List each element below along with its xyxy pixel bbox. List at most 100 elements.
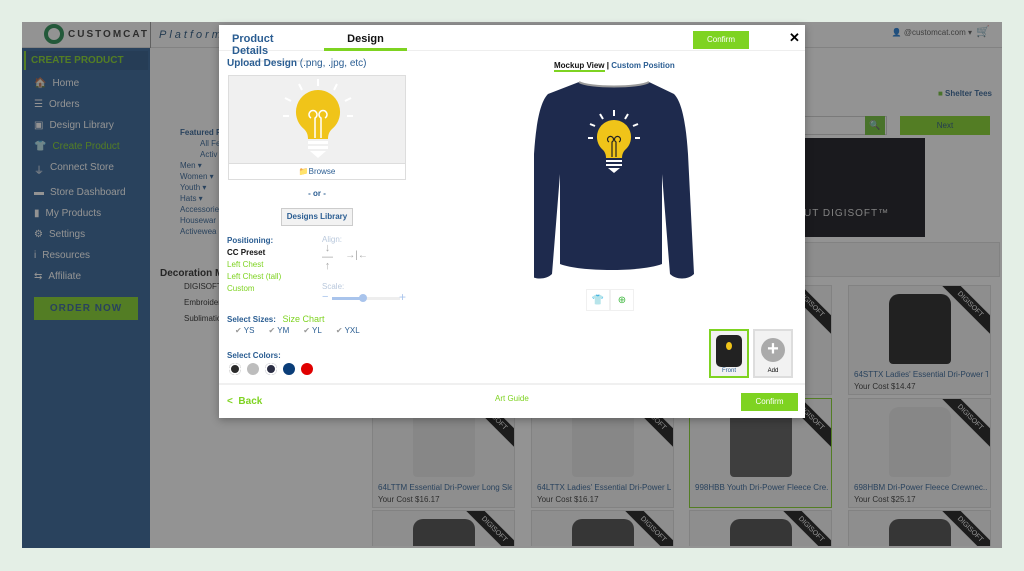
modal-footer: < Back Art Guide Confirm xyxy=(219,383,805,418)
next-button[interactable]: Next xyxy=(900,116,990,135)
scale-increase-icon[interactable]: + xyxy=(399,290,406,304)
product-card[interactable]: DIGISOFT xyxy=(689,510,832,546)
sidebar-item-create-product[interactable]: 👕 Create Product xyxy=(22,136,150,157)
art-guide-link[interactable]: Art Guide xyxy=(495,394,529,403)
product-name[interactable]: 64LTTM Essential Dri-Power Long Sle... xyxy=(378,483,512,492)
mockup-tools: 👕 ⊕ xyxy=(586,289,634,311)
product-card[interactable]: DIGISOFT xyxy=(848,510,991,546)
connect-store-icon: ⏚ xyxy=(34,166,44,177)
product-card[interactable]: DIGISOFT xyxy=(531,510,674,546)
size-checkbox-yxl[interactable]: ✔ YXL xyxy=(336,326,360,335)
sidebar-item-affiliate[interactable]: ⇆ Affiliate xyxy=(22,266,150,287)
shirt-color-icon[interactable]: 👕 xyxy=(586,289,610,311)
align-horizontal-center-icon[interactable]: →|← xyxy=(345,250,368,261)
size-checkbox-ym[interactable]: ✔ YM xyxy=(268,326,289,335)
product-name[interactable]: 998HBB Youth Dri-Power Fleece Cre... xyxy=(695,483,829,492)
size-checkbox-yl[interactable]: ✔ YL xyxy=(303,326,322,335)
sizes-label: Select Sizes: xyxy=(227,315,276,324)
product-name[interactable]: 64LTTX Ladies' Essential Dri-Power L... xyxy=(537,483,671,492)
scale-handle[interactable] xyxy=(358,294,367,302)
sidebar-item-orders[interactable]: ☰ Orders xyxy=(22,94,150,115)
cart-icon[interactable]: 🛒 xyxy=(976,25,990,38)
sidebar-item-label: Design Library xyxy=(49,120,114,131)
filter-item[interactable]: Women ▾ xyxy=(180,171,221,182)
position-cc-preset[interactable]: CC Preset xyxy=(227,247,281,259)
filter-item[interactable]: Activ xyxy=(180,149,221,160)
filter-item[interactable]: Featured P xyxy=(180,127,221,138)
folder-icon: 📁 xyxy=(298,167,309,176)
sidebar-item-store-dashboard[interactable]: ▬ Store Dashboard xyxy=(22,182,150,203)
position-left-chest[interactable]: Left Chest xyxy=(227,259,281,271)
close-icon[interactable]: ✕ xyxy=(789,30,800,46)
color-swatch[interactable] xyxy=(265,363,277,375)
browse-button[interactable]: 📁Browse xyxy=(228,163,406,180)
sidebar-item-connect-store[interactable]: ⏚ Connect Store xyxy=(22,157,150,182)
filter-item[interactable]: Youth ▾ xyxy=(180,182,221,193)
mockup-view-tab[interactable]: Mockup View xyxy=(554,61,605,72)
position-custom[interactable]: Custom xyxy=(227,283,281,295)
sidebar-item-label: Connect Store xyxy=(50,162,114,173)
sidebar-item-design-library[interactable]: ▣ Design Library xyxy=(22,115,150,136)
thumb-add[interactable]: + Add xyxy=(753,329,793,378)
filter-item[interactable]: Hats ▾ xyxy=(180,193,221,204)
product-name[interactable]: 64STTX Ladies' Essential Dri-Power T... xyxy=(854,370,988,379)
back-button[interactable]: < Back xyxy=(227,396,262,407)
thumb-front[interactable]: Front xyxy=(709,329,749,378)
color-swatch[interactable] xyxy=(283,363,295,375)
thumb-front-label: Front xyxy=(721,368,736,374)
store-name[interactable]: ■ Shelter Tees xyxy=(938,89,992,98)
zoom-in-icon[interactable]: ⊕ xyxy=(610,289,634,311)
size-label: YL xyxy=(312,326,322,335)
upload-title: Upload Design xyxy=(227,58,298,69)
filter-item[interactable]: Activewea xyxy=(180,226,221,237)
scale-label: Scale: xyxy=(322,282,345,291)
modal-tabs: Product Details Design Confirm ✕ xyxy=(219,25,805,62)
filter-item[interactable]: Housewar xyxy=(180,215,221,226)
logo[interactable]: CUSTOMCAT xyxy=(44,24,149,44)
color-swatch[interactable] xyxy=(301,363,313,375)
filter-item[interactable]: Accessorie xyxy=(180,204,221,215)
align-vertical-center-icon[interactable]: ↓ — ↑ xyxy=(322,243,333,272)
product-price: Your Cost $14.47 xyxy=(854,382,916,391)
sidebar-item-my-products[interactable]: ▮ My Products xyxy=(22,203,150,224)
product-card[interactable]: DIGISOFT 64STTX Ladies' Essential Dri-Pow… xyxy=(848,285,991,395)
confirm-button[interactable]: Confirm xyxy=(741,393,798,411)
sidebar-item-label: Create Product xyxy=(52,141,120,152)
tab-design[interactable]: Design xyxy=(324,33,407,51)
scale-decrease-icon[interactable]: − xyxy=(322,291,328,303)
sidebar-item-home[interactable]: 🏠 Home xyxy=(22,73,150,94)
confirm-button-top[interactable]: Confirm xyxy=(693,31,749,49)
filter-item[interactable]: Men ▾ xyxy=(180,160,221,171)
search-icon: 🔍 xyxy=(869,120,881,130)
positioning: Positioning: CC Preset Left Chest Left C… xyxy=(227,235,281,295)
designs-library-button[interactable]: Designs Library xyxy=(281,208,353,226)
size-label: YXL xyxy=(344,326,360,335)
position-left-chest-tall[interactable]: Left Chest (tall) xyxy=(227,271,281,283)
shopify-icon: ■ xyxy=(937,89,946,98)
upload-design-title: Upload Design (.png, .jpg, etc) xyxy=(227,58,367,69)
product-card[interactable]: DIGISOFT 698HBM Dri-Power Fleece Crewnec.… xyxy=(848,398,991,508)
search-button[interactable]: 🔍 xyxy=(865,116,885,135)
sidebar-item-settings[interactable]: ⚙ Settings xyxy=(22,224,150,245)
product-card[interactable]: DIGISOFT xyxy=(372,510,515,546)
check-icon: ✔ xyxy=(268,326,278,335)
size-chart-link[interactable]: Size Chart xyxy=(282,314,324,324)
sidebar-item-label: Home xyxy=(52,78,80,89)
scale-slider[interactable] xyxy=(332,294,400,302)
product-price: Your Cost $16.17 xyxy=(378,495,440,504)
design-modal: Product Details Design Confirm ✕ Upload … xyxy=(219,25,805,418)
user-menu[interactable]: 👤 @customcat.com ▾ xyxy=(892,28,972,37)
color-swatch[interactable] xyxy=(247,363,259,375)
order-now-button[interactable]: ORDER NOW xyxy=(34,297,138,320)
logo-icon xyxy=(44,24,64,44)
sidebar-item-label: Resources xyxy=(42,250,91,261)
filter-item[interactable]: All Fe xyxy=(180,138,221,149)
size-checkbox-ys[interactable]: ✔ YS xyxy=(235,326,254,335)
product-image xyxy=(889,294,951,364)
sidebar: CREATE PRODUCT 🏠 Home ☰ Orders ▣ Design Libra… xyxy=(22,48,150,548)
product-name[interactable]: 698HBM Dri-Power Fleece Crewnec... xyxy=(854,483,988,492)
sidebar-item-resources[interactable]: i Resources xyxy=(22,245,150,266)
align-controls: Align: ↓ — ↑ →|← xyxy=(322,235,368,272)
custom-position-tab[interactable]: Custom Position xyxy=(611,61,675,70)
color-swatch[interactable] xyxy=(229,363,241,375)
